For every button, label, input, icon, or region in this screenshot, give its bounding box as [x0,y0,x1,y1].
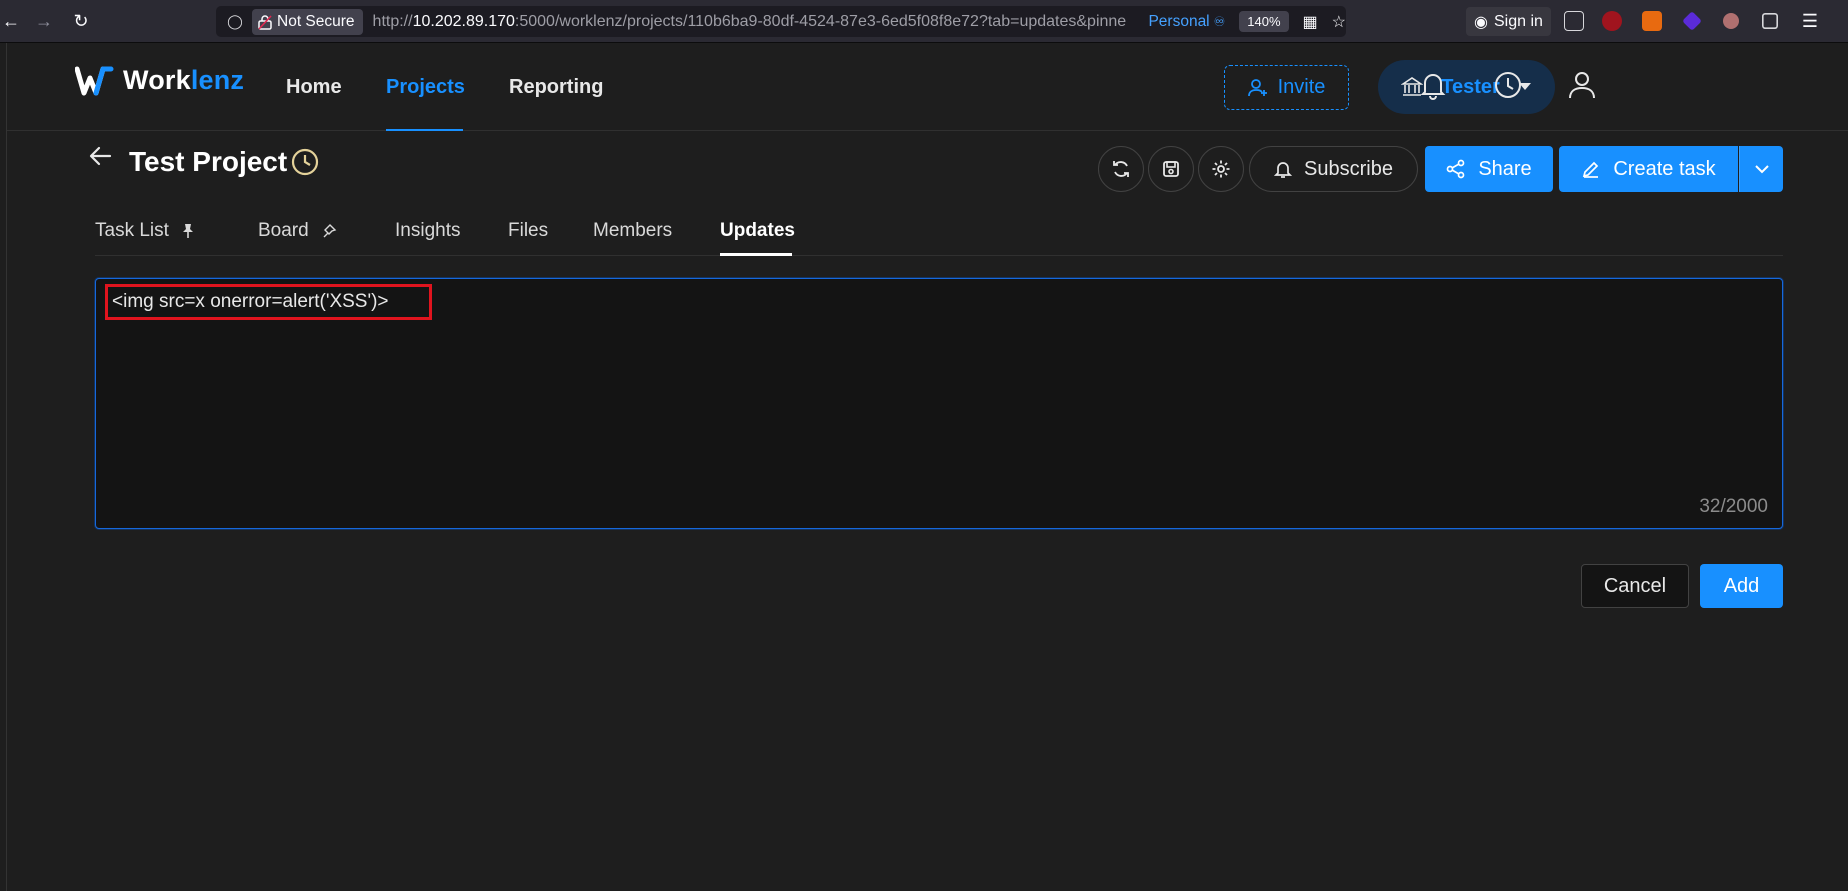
container-icon: ♾ [1213,13,1226,29]
extension-cookie-icon[interactable] [1723,13,1739,29]
invite-button[interactable]: Invite [1224,65,1349,110]
pin-outline-icon[interactable] [321,223,337,239]
tab-task-list-label: Task List [95,220,169,241]
forward-icon[interactable]: → [33,10,55,32]
tab-updates[interactable]: Updates [720,220,795,242]
save-icon [1163,161,1179,177]
reload-icon[interactable]: ↻ [70,10,92,32]
not-secure-label: Not Secure [277,12,355,30]
url-bar[interactable]: ◯ Not Secure http://10.202.89.170:5000/w… [216,6,1346,37]
create-task-label: Create task [1613,157,1716,180]
tab-board-label: Board [258,220,309,241]
tab-active-indicator [720,253,792,256]
account-icon: ◉ [1474,13,1488,31]
ublock-icon[interactable] [1602,11,1622,31]
url-prefix: http:// [372,12,413,30]
invite-label: Invite [1277,76,1326,98]
tab-members[interactable]: Members [593,220,672,242]
extension-grid-icon[interactable] [1762,13,1778,29]
nav-reporting[interactable]: Reporting [509,76,603,99]
refresh-icon [1113,161,1129,177]
bookmark-star-icon[interactable]: ☆ [1332,12,1346,32]
red-annotation-box [105,284,432,320]
nav-home[interactable]: Home [286,76,342,99]
share-label: Share [1478,157,1532,180]
sign-in-button[interactable]: ◉ Sign in [1466,7,1551,36]
extensions-icon[interactable] [1564,11,1584,31]
tab-files[interactable]: Files [508,220,548,242]
project-tabs: Task List Board Insights Files Members U… [95,216,1783,256]
user-profile-icon[interactable] [1565,68,1599,102]
not-secure-badge[interactable]: Not Secure [252,8,363,35]
bell-icon [1274,162,1293,178]
logo-text: Worklenz [123,65,244,96]
container-label[interactable]: Personal [1148,13,1209,31]
burp-icon[interactable] [1642,11,1662,31]
url-text[interactable]: http://10.202.89.170:5000/worklenz/proje… [373,13,1143,31]
project-title: Test Project [129,146,288,177]
tab-task-list[interactable]: Task List [95,220,195,242]
add-button[interactable]: Add [1700,564,1783,608]
share-button[interactable]: Share [1425,146,1553,192]
back-icon[interactable]: ← [0,10,22,32]
extension-diamond-icon[interactable] [1682,11,1702,31]
nav-projects[interactable]: Projects [386,76,465,99]
url-host: 10.202.89.170 [412,12,515,30]
url-path: :5000/worklenz/projects/110b6ba9-80df-45… [514,12,1127,30]
share-icon [1446,159,1465,179]
logo-text-lenz: lenz [190,65,245,95]
notification-bell-icon[interactable] [1416,68,1450,102]
create-task-button[interactable]: Create task [1559,146,1738,192]
sign-in-label: Sign in [1493,12,1543,30]
settings-button[interactable] [1198,146,1244,192]
logo-icon [75,66,114,95]
pin-filled-icon[interactable] [181,223,195,239]
tab-insights[interactable]: Insights [395,220,460,242]
save-template-button[interactable] [1148,146,1194,192]
history-clock-icon[interactable] [1491,68,1525,102]
add-user-icon [1247,78,1267,96]
browser-toolbar: ← → ↻ ◯ Not Secure http://10.202.89.170:… [0,0,1848,43]
refresh-button[interactable] [1098,146,1144,192]
shield-icon[interactable]: ◯ [224,13,246,30]
nav-active-indicator [386,129,463,131]
project-status-clock-icon [291,148,319,176]
zoom-indicator[interactable]: 140% [1239,11,1289,32]
cancel-button[interactable]: Cancel [1581,564,1689,608]
top-navigation: Worklenz Home Projects Reporting Invite … [7,43,1848,131]
menu-icon[interactable]: ☰ [1800,11,1820,31]
subscribe-label: Subscribe [1304,157,1393,180]
lock-warning-icon [258,14,272,30]
back-arrow-icon[interactable] [88,143,114,169]
subscribe-button[interactable]: Subscribe [1249,146,1418,192]
tab-board[interactable]: Board [258,220,337,242]
edit-icon [1583,161,1599,178]
logo-text-work: Work [123,65,191,95]
worklenz-logo[interactable]: Worklenz [75,65,244,96]
chevron-down-icon [1754,165,1769,174]
qr-icon[interactable]: ▦ [1303,12,1318,32]
character-count: 32/2000 [1699,496,1768,517]
create-task-dropdown[interactable] [1739,146,1783,192]
gear-icon [1212,160,1230,178]
team-switcher[interactable]: Tester [1378,60,1555,114]
